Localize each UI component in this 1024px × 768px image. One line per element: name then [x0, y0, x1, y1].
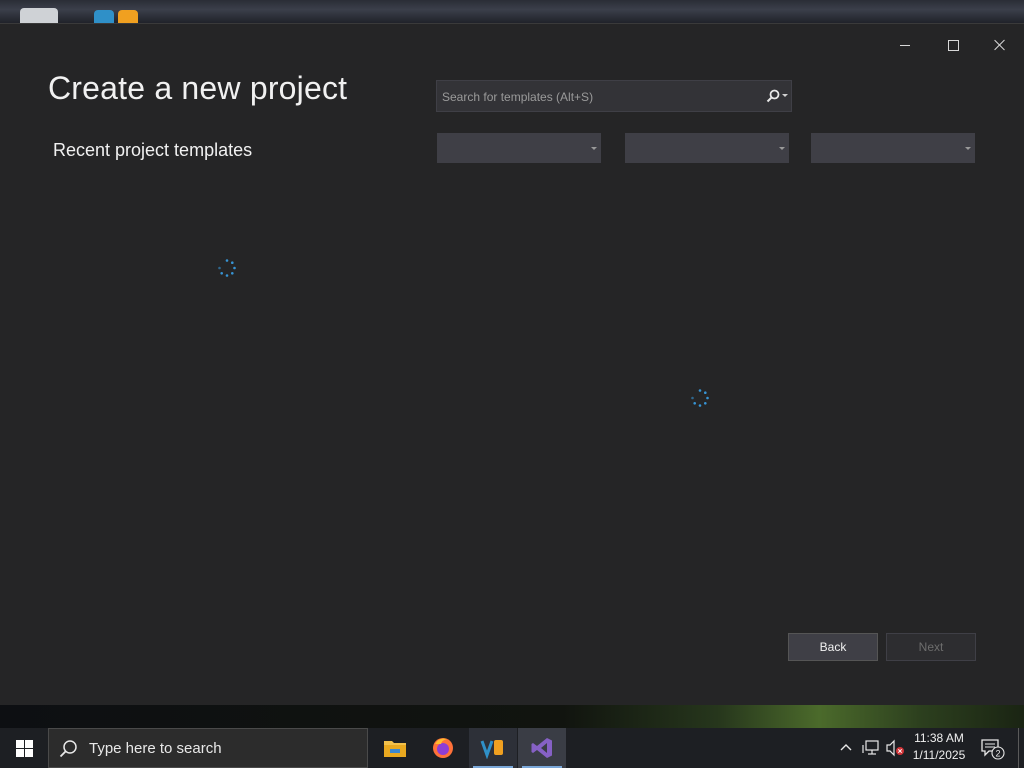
search-icon	[59, 740, 77, 758]
visual-studio-icon	[531, 738, 552, 758]
desktop-background-top	[0, 0, 1024, 24]
taskbar-app[interactable]	[469, 728, 517, 768]
language-filter-dropdown[interactable]	[437, 133, 601, 163]
taskbar-search-placeholder: Type here to search	[89, 740, 222, 757]
app-icon	[480, 740, 503, 759]
chevron-down-icon	[965, 147, 971, 150]
clock-time: 11:38 AM	[914, 731, 964, 745]
minimize-button[interactable]	[882, 30, 928, 60]
chevron-down-icon	[591, 147, 597, 150]
clock-date: 1/11/2025	[912, 748, 966, 762]
file-explorer-icon	[384, 741, 406, 757]
next-button[interactable]: Next	[886, 633, 976, 661]
network-icon[interactable]	[861, 739, 881, 757]
minimize-icon	[900, 44, 910, 46]
platform-filter-dropdown[interactable]	[625, 133, 789, 163]
recent-templates-heading: Recent project templates	[53, 140, 253, 160]
notification-icon: 2	[981, 739, 1005, 760]
volume-muted-icon[interactable]	[885, 739, 905, 757]
loading-spinner-icon	[691, 389, 709, 407]
loading-spinner-icon	[218, 259, 236, 277]
notification-count: 2	[995, 749, 1000, 759]
show-desktop-button[interactable]	[1018, 728, 1019, 768]
close-icon	[994, 39, 1006, 51]
taskbar-visual-studio[interactable]	[518, 728, 566, 768]
project-type-filter-dropdown[interactable]	[811, 133, 975, 163]
close-button[interactable]	[977, 30, 1023, 60]
windows-logo-icon	[15, 739, 33, 757]
template-search-input[interactable]	[437, 81, 764, 113]
back-button[interactable]: Back	[788, 633, 878, 661]
page-title: Create a new project	[48, 70, 348, 106]
taskbar-firefox[interactable]	[419, 728, 467, 768]
taskbar: Type here to search 11:38 AM 1/11/2025 2	[0, 728, 1024, 768]
maximize-button[interactable]	[930, 30, 976, 60]
maximize-icon	[947, 39, 959, 51]
chevron-down-icon	[779, 147, 785, 150]
search-options-chevron-icon[interactable]	[782, 94, 788, 97]
desktop-background-bottom	[0, 705, 1024, 728]
taskbar-search-box[interactable]: Type here to search	[48, 728, 368, 768]
taskbar-clock[interactable]: 11:38 AM 1/11/2025	[906, 730, 972, 764]
show-hidden-icons-chevron-icon[interactable]	[838, 740, 854, 756]
firefox-icon	[433, 738, 453, 758]
desktop-recycle-bin-icon[interactable]	[20, 8, 58, 24]
desktop-app-shortcut-icon[interactable]	[94, 10, 140, 24]
taskbar-file-explorer[interactable]	[371, 728, 419, 768]
create-project-window: Create a new project Recent project temp…	[0, 23, 1024, 706]
search-icon[interactable]	[766, 89, 780, 103]
template-search-box[interactable]	[436, 80, 792, 113]
action-center-button[interactable]: 2	[980, 738, 1006, 760]
start-button[interactable]	[0, 728, 48, 768]
